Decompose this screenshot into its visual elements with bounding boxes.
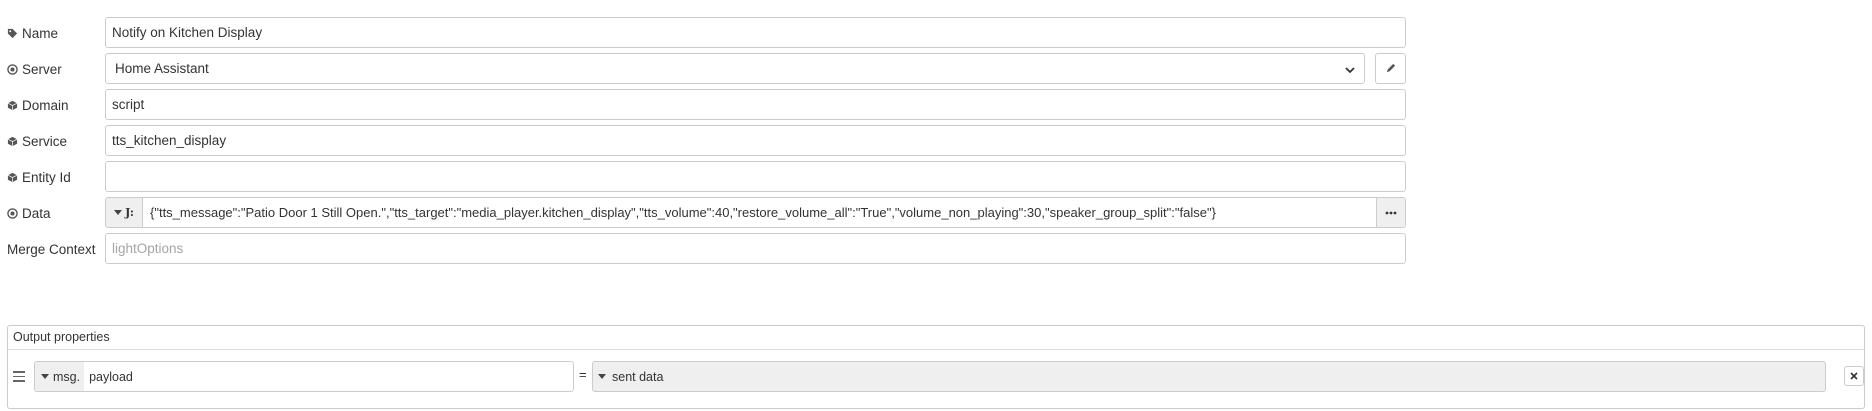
caret-down-icon (598, 374, 606, 379)
name-label: Name (22, 26, 59, 41)
value-type-label: sent data (612, 369, 664, 384)
cube-icon (7, 100, 18, 111)
tag-icon (7, 28, 18, 39)
output-properties-panel: Output properties msg. payload = sent da… (7, 325, 1865, 409)
property-field: msg. payload (34, 361, 574, 392)
data-typed-input: J: {"tts_message":"Patio Door 1 Still Op… (105, 197, 1406, 228)
merge-context-label-group: Merge Context (7, 233, 96, 266)
service-label-group: Service (7, 125, 67, 158)
value-type-select[interactable]: sent data (592, 361, 1826, 392)
name-input[interactable]: Notify on Kitchen Display (105, 17, 1406, 48)
chevron-down-icon (1345, 67, 1355, 74)
edit-server-button[interactable] (1375, 53, 1406, 84)
remove-row-button[interactable] (1844, 366, 1864, 386)
expand-json-button[interactable] (1376, 198, 1405, 227)
output-properties-title: Output properties (8, 326, 1864, 350)
merge-context-label: Merge Context (7, 242, 96, 257)
output-property-row: msg. payload = sent data (8, 361, 1864, 393)
data-label-group: Data (7, 197, 51, 230)
entity-id-input[interactable] (105, 161, 1406, 192)
entity-id-label: Entity Id (22, 170, 71, 185)
caret-down-icon (114, 210, 123, 215)
name-label-group: Name (7, 17, 58, 50)
server-row: Server Home Assistant (0, 53, 1410, 86)
cube-icon (7, 136, 18, 147)
dot-circle-icon (7, 64, 18, 75)
ellipsis-icon (1385, 211, 1397, 214)
service-row: Service tts_kitchen_display (0, 125, 1410, 158)
data-type-select[interactable]: J: (106, 198, 143, 227)
property-input[interactable]: payload (84, 370, 133, 384)
json-type-icon: J: (125, 206, 134, 219)
drag-handle-icon[interactable] (13, 371, 25, 385)
merge-context-row: Merge Context lightOptions (0, 233, 1410, 266)
domain-label: Domain (22, 98, 69, 113)
entity-id-label-group: Entity Id (7, 161, 71, 194)
server-select-value: Home Assistant (115, 61, 209, 76)
domain-input[interactable]: script (105, 89, 1406, 120)
server-label-group: Server (7, 53, 62, 86)
dot-circle-icon (7, 208, 18, 219)
caret-down-icon (41, 374, 49, 379)
pencil-icon (1386, 63, 1396, 73)
server-label: Server (22, 62, 62, 77)
cube-icon (7, 172, 18, 183)
domain-row: Domain script (0, 89, 1410, 122)
service-label: Service (22, 134, 68, 149)
close-icon (1850, 372, 1858, 380)
property-type-select[interactable]: msg. (35, 362, 85, 391)
domain-label-group: Domain (7, 89, 69, 122)
equals-sign: = (579, 367, 587, 382)
property-type-label: msg. (53, 369, 81, 384)
entity-id-row: Entity Id (0, 161, 1410, 194)
merge-context-input[interactable]: lightOptions (105, 233, 1406, 264)
data-input[interactable]: {"tts_message":"Patio Door 1 Still Open.… (143, 205, 1376, 220)
merge-context-placeholder: lightOptions (112, 241, 184, 256)
service-input[interactable]: tts_kitchen_display (105, 125, 1406, 156)
server-select[interactable]: Home Assistant (105, 53, 1365, 84)
data-row: Data J: {"tts_message":"Patio Door 1 Sti… (0, 197, 1410, 230)
name-row: Name Notify on Kitchen Display (0, 17, 1410, 50)
data-label: Data (22, 206, 51, 221)
